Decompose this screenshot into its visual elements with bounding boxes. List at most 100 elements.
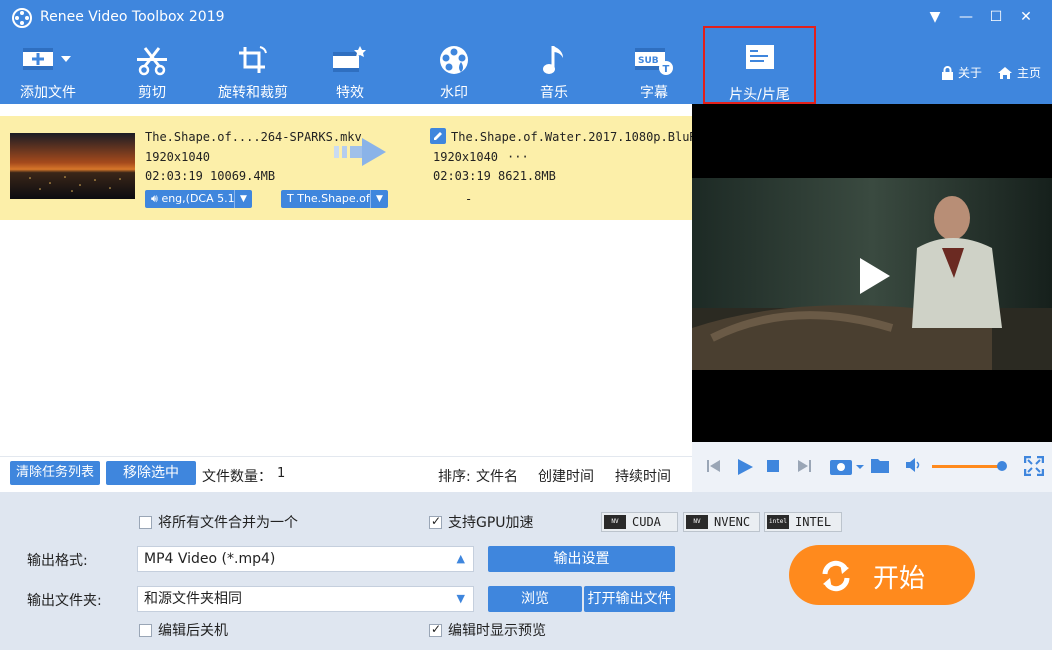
- tool-label: 剪切: [138, 85, 166, 101]
- intro-outro-icon: [745, 45, 774, 69]
- output-format-value: MP4 Video (*.mp4): [144, 551, 276, 567]
- tool-subtitle[interactable]: SUB T 字幕: [622, 36, 686, 104]
- sort-by-duration[interactable]: 持续时间: [615, 466, 671, 486]
- refresh-icon: [822, 560, 850, 592]
- show-preview-checkbox[interactable]: 编辑时显示预览: [429, 620, 546, 640]
- tool-label: 音乐: [540, 85, 568, 101]
- about-link[interactable]: 关于: [941, 64, 982, 81]
- subtitle-track-label: The.Shape.of: [297, 192, 370, 205]
- chevron-down-icon: ▼: [370, 190, 388, 208]
- volume-slider-handle[interactable]: [997, 461, 1008, 471]
- app-logo-icon: [12, 8, 32, 28]
- close-button[interactable]: ✕: [1014, 6, 1038, 28]
- next-icon[interactable]: [796, 458, 812, 474]
- output-more-button[interactable]: ···: [507, 150, 529, 164]
- file-count-label: 文件数量：: [202, 469, 272, 485]
- output-format-select[interactable]: MP4 Video (*.mp4) ▲: [137, 546, 474, 572]
- output-file-name[interactable]: The.Shape.of.Water.2017.1080p.BluRay.: [451, 130, 718, 144]
- nvidia-chip-icon: NV: [686, 515, 708, 529]
- home-icon: [998, 67, 1012, 79]
- svg-text:T: T: [663, 64, 670, 75]
- edit-name-icon[interactable]: [430, 128, 446, 144]
- merge-files-checkbox[interactable]: 将所有文件合并为一个: [139, 512, 298, 532]
- shutdown-after-label: 编辑后关机: [158, 623, 228, 639]
- checkbox-box[interactable]: [429, 622, 442, 637]
- tool-label: 添加文件: [20, 85, 76, 101]
- cuda-badge: NV CUDA: [601, 512, 678, 532]
- fullscreen-icon[interactable]: [1024, 456, 1044, 476]
- audio-track-label: eng,(DCA 5.1: [161, 192, 235, 205]
- cuda-label: CUDA: [632, 515, 661, 529]
- shutdown-after-checkbox[interactable]: 编辑后关机: [139, 620, 228, 640]
- nvenc-badge: NV NVENC: [683, 512, 760, 532]
- snapshot-icon[interactable]: [829, 456, 865, 476]
- source-duration-size: 02:03:19 10069.4MB: [145, 169, 276, 183]
- remove-selected-button[interactable]: 移除选中: [106, 461, 196, 485]
- stop-icon[interactable]: [767, 460, 779, 472]
- home-link[interactable]: 主页: [997, 64, 1041, 81]
- chevron-down-icon: ▼: [456, 592, 465, 605]
- tool-rotate-crop[interactable]: 旋转和裁剪: [212, 36, 294, 104]
- checkbox-box[interactable]: [139, 516, 152, 529]
- sort-by-created[interactable]: 创建时间: [538, 466, 594, 486]
- player-controls: [692, 442, 1052, 492]
- previous-icon[interactable]: [706, 458, 722, 474]
- svg-text:SUB: SUB: [638, 56, 659, 66]
- tool-label: 片头/片尾: [729, 87, 790, 103]
- preview-panel: [692, 104, 1052, 442]
- tool-label: 旋转和裁剪: [218, 85, 288, 101]
- volume-icon[interactable]: [905, 457, 923, 473]
- start-label: 开始: [873, 564, 926, 594]
- list-footer: 清除任务列表 移除选中 文件数量： 1 排序: 文件名 创建时间 持续时间: [0, 456, 692, 492]
- tool-effects[interactable]: 特效: [318, 36, 382, 104]
- tool-label: 水印: [440, 85, 468, 101]
- play-overlay-icon[interactable]: [848, 252, 896, 300]
- cut-icon: [137, 47, 167, 76]
- output-duration-size: 02:03:19 8621.8MB: [433, 169, 556, 183]
- play-icon[interactable]: [736, 458, 754, 476]
- add-file-icon: [23, 48, 71, 70]
- browse-button[interactable]: 浏览: [488, 586, 582, 612]
- chevron-down-icon: ▼: [234, 190, 252, 208]
- maximize-button[interactable]: ☐: [984, 6, 1008, 28]
- output-settings-button[interactable]: 输出设置: [488, 546, 675, 572]
- subtitle-icon: SUB T: [635, 48, 673, 75]
- folder-icon[interactable]: [870, 456, 890, 474]
- minimize-button[interactable]: —: [954, 6, 978, 28]
- sort-by-name[interactable]: 文件名: [476, 466, 518, 486]
- nvenc-label: NVENC: [714, 515, 751, 529]
- text-icon: T: [287, 192, 298, 205]
- output-folder-value: 和源文件夹相同: [144, 591, 242, 607]
- file-list: The.Shape.of....264-SPARKS.mkv 1920x1040…: [0, 104, 718, 456]
- chevron-up-icon: ▲: [456, 552, 465, 565]
- start-button[interactable]: 开始: [789, 545, 975, 605]
- tool-music[interactable]: 音乐: [522, 36, 586, 104]
- source-file-name: The.Shape.of....264-SPARKS.mkv: [145, 130, 362, 144]
- output-folder-label: 输出文件夹:: [27, 593, 102, 609]
- audio-track-select[interactable]: 🔊︎ eng,(DCA 5.1 ▼: [145, 190, 252, 208]
- volume-slider[interactable]: [932, 465, 1006, 468]
- file-row[interactable]: The.Shape.of....264-SPARKS.mkv 1920x1040…: [0, 116, 718, 220]
- gpu-acceleration-checkbox[interactable]: 支持GPU加速: [429, 512, 534, 532]
- output-folder-select[interactable]: 和源文件夹相同 ▼: [137, 586, 474, 612]
- tool-intro-outro[interactable]: 片头/片尾: [703, 26, 816, 104]
- show-preview-label: 编辑时显示预览: [448, 623, 546, 639]
- file-count-value: 1: [277, 466, 286, 481]
- convert-arrow-icon: [334, 138, 386, 166]
- home-label: 主页: [1017, 66, 1042, 80]
- checkbox-box[interactable]: [139, 624, 152, 637]
- video-thumbnail: [10, 133, 135, 199]
- intel-chip-icon: intel: [767, 515, 789, 529]
- tool-add-file[interactable]: 添加文件: [12, 36, 84, 104]
- tool-watermark[interactable]: 水印: [422, 36, 486, 104]
- subtitle-track-select[interactable]: T The.Shape.of ▼: [281, 190, 388, 208]
- intel-badge: intel INTEL: [764, 512, 842, 532]
- tool-cut[interactable]: 剪切: [120, 36, 184, 104]
- dropdown-menu-icon[interactable]: ▼: [923, 6, 947, 28]
- output-format-label: 输出格式:: [27, 553, 88, 569]
- open-output-folder-button[interactable]: 打开输出文件: [584, 586, 675, 612]
- watermark-icon: [440, 46, 468, 74]
- checkbox-box[interactable]: [429, 514, 442, 529]
- tool-label: 特效: [336, 85, 364, 101]
- clear-list-button[interactable]: 清除任务列表: [10, 461, 100, 485]
